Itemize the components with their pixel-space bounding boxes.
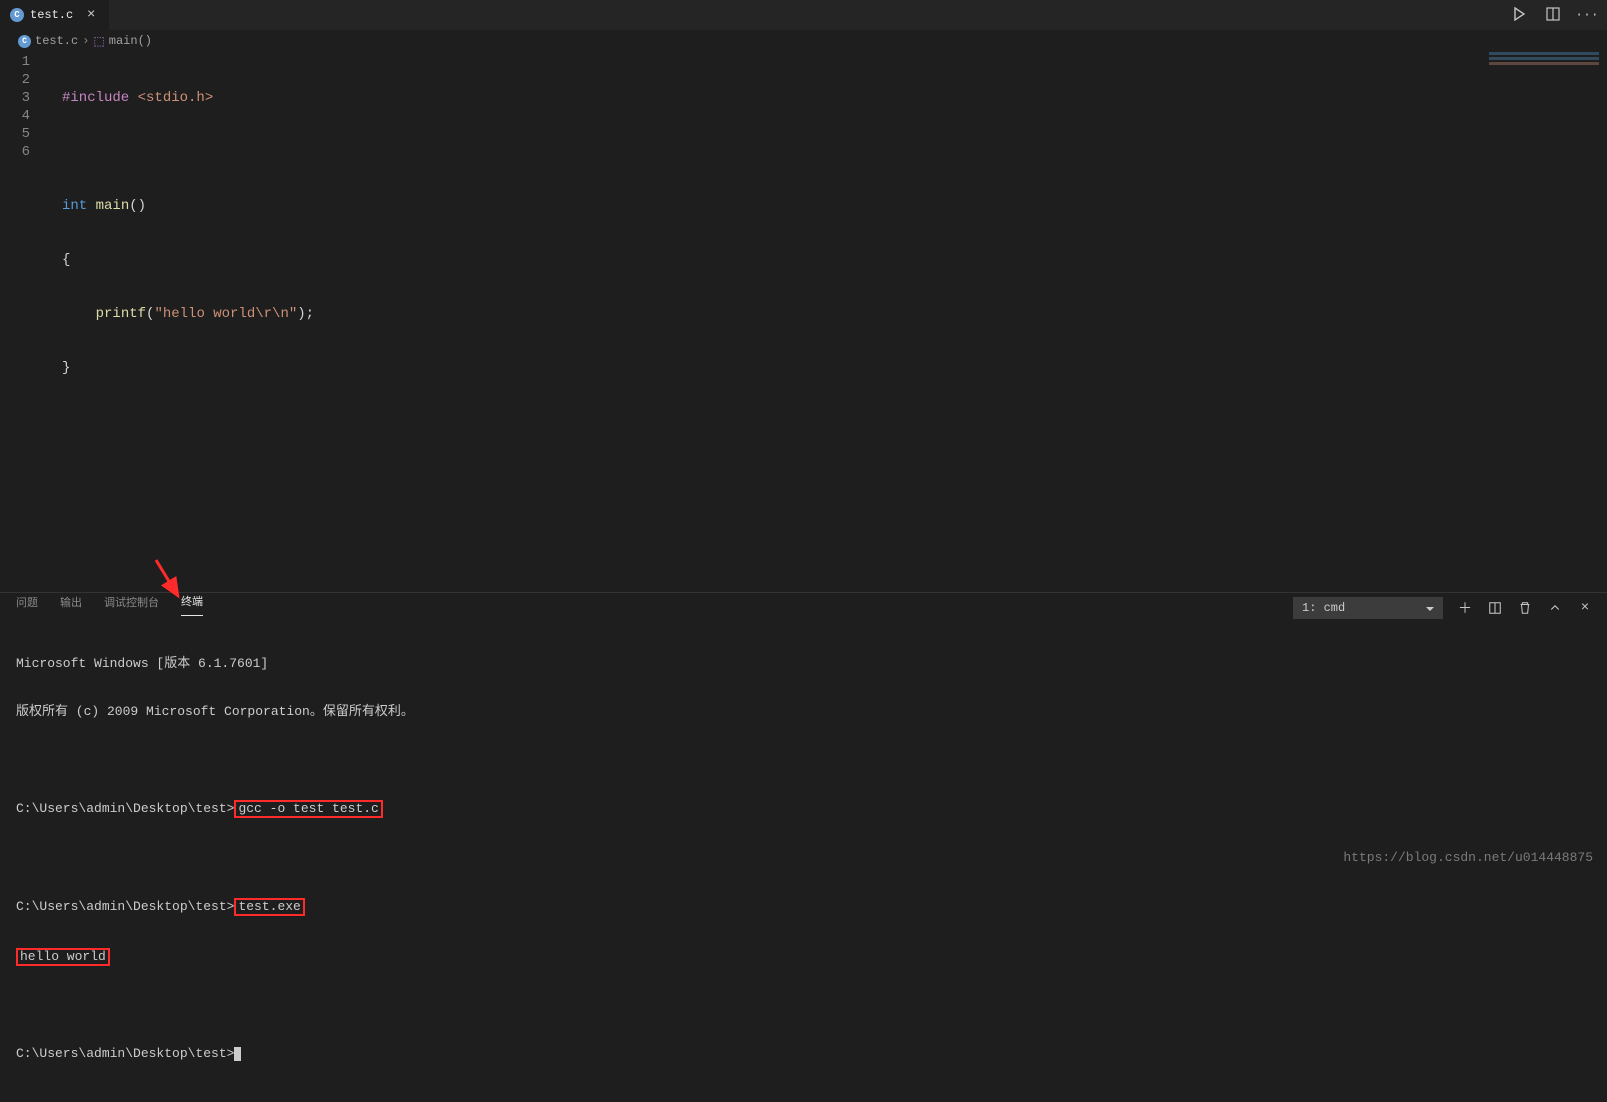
kill-terminal-icon[interactable] [1517,600,1533,616]
terminal-prompt: C:\Users\admin\Desktop\test> [16,1046,1591,1062]
panel-tabs: 问题 输出 调试控制台 终端 1: cmd ＋ × [0,593,1607,616]
line-numbers: 1 2 3 4 5 6 [0,52,48,161]
tab-output[interactable]: 输出 [60,594,82,616]
run-icon[interactable] [1509,4,1529,24]
split-terminal-icon[interactable] [1487,600,1503,616]
c-lang-icon: C [18,35,31,48]
highlight-box: gcc -o test test.c [234,800,382,818]
code-editor[interactable]: 1 2 3 4 5 6 #include <stdio.h> int main(… [0,52,1607,592]
watermark: https://blog.csdn.net/u014448875 [1343,850,1593,865]
more-icon[interactable]: ··· [1577,4,1597,24]
breadcrumbs[interactable]: C test.c › ⬚ main() [0,30,1607,52]
symbol-method-icon: ⬚ [93,34,104,49]
bottom-panel: 问题 输出 调试控制台 终端 1: cmd ＋ × Microsoft Wind… [0,592,1607,873]
chevron-right-icon: › [82,34,89,48]
tab-debug-console[interactable]: 调试控制台 [104,594,159,616]
terminal-line: C:\Users\admin\Desktop\test>test.exe [16,898,1591,916]
terminal-line: hello world [16,948,1591,966]
chevron-up-icon[interactable] [1547,600,1563,616]
terminal-line: Microsoft Windows [版本 6.1.7601] [16,656,1591,672]
close-icon[interactable]: × [83,7,99,23]
tab-file[interactable]: C test.c × [0,0,110,30]
highlight-box: hello world [16,948,110,966]
code-content[interactable]: #include <stdio.h> int main() { printf("… [62,53,314,413]
new-terminal-icon[interactable]: ＋ [1457,600,1473,616]
terminal-line: C:\Users\admin\Desktop\test>gcc -o test … [16,800,1591,818]
highlight-box: test.exe [234,898,304,916]
tabs-bar: C test.c × [0,0,1607,30]
cursor-icon [234,1047,241,1061]
terminal-line: 版权所有 (c) 2009 Microsoft Corporation。保留所有… [16,704,1591,720]
breadcrumb-file[interactable]: test.c [35,34,78,48]
c-lang-icon: C [10,8,24,22]
tab-problems[interactable]: 问题 [16,594,38,616]
tab-label: test.c [30,8,73,22]
close-panel-icon[interactable]: × [1577,600,1593,616]
editor-actions: ··· [1509,4,1597,24]
breadcrumb-symbol[interactable]: main() [109,34,152,48]
tab-terminal[interactable]: 终端 [181,593,203,616]
terminal-selector-label: 1: cmd [1302,601,1345,615]
minimap[interactable] [1489,52,1599,66]
split-editor-icon[interactable] [1543,4,1563,24]
